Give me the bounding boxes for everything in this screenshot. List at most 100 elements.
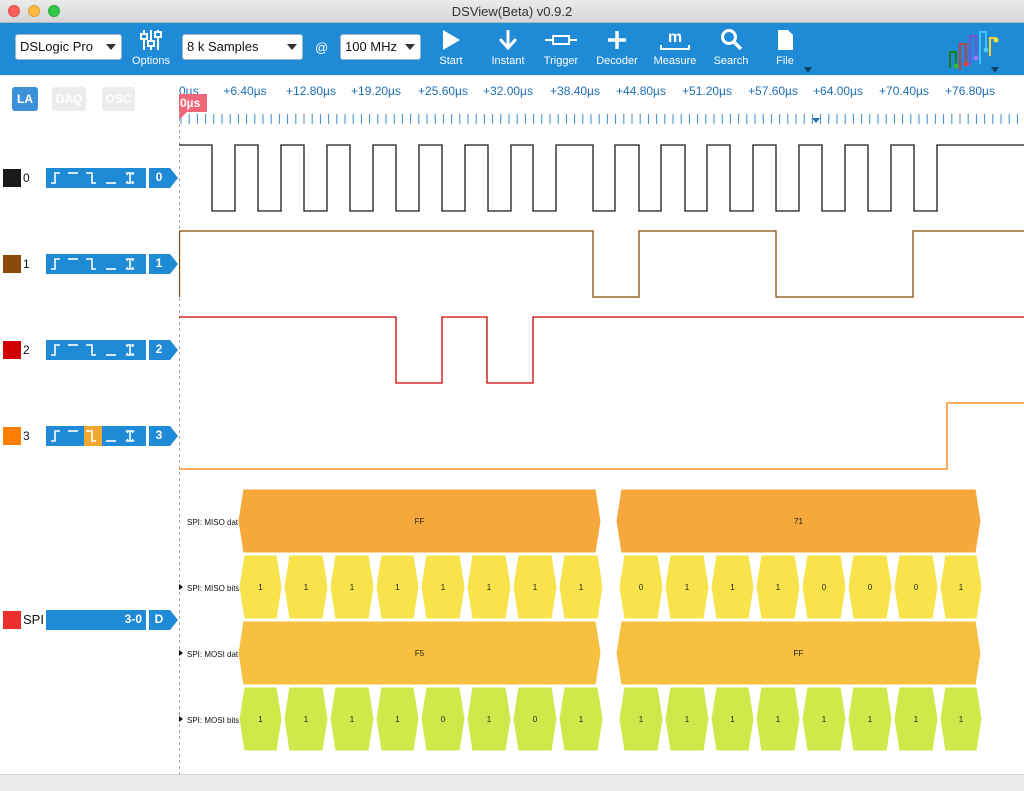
channel-0-name[interactable]: 0 [23, 171, 30, 185]
status-bar [0, 774, 1024, 791]
ruler-tick-label: +6.40µs [223, 84, 266, 98]
channel-1-name[interactable]: 1 [23, 257, 30, 271]
decoder-annotation-value: 1 [533, 583, 538, 592]
channel-1-tag-label: 1 [155, 256, 163, 270]
measure-icon: m [660, 29, 690, 50]
decoder-annotation-value: 1 [868, 715, 873, 724]
ruler-tick-label: +76.80µs [945, 84, 995, 98]
logo-menu-arrow-icon[interactable] [990, 66, 1000, 74]
decoder-annotation-value: 1 [487, 583, 492, 592]
ruler-tick-label: +64.00µs [813, 84, 863, 98]
file-button[interactable]: File [766, 27, 804, 67]
plus-icon [608, 31, 626, 49]
expand-arrow-icon[interactable] [179, 650, 183, 656]
channel-2-name[interactable]: 2 [23, 343, 30, 357]
ruler-tick-label: +51.20µs [682, 84, 732, 98]
ruler-tick-label: +57.60µs [748, 84, 798, 98]
play-icon [443, 30, 460, 50]
decoder-label: Decoder [596, 55, 638, 67]
ruler-tick-label: +12.80µs [286, 84, 336, 98]
decoder-annotation-value: 1 [395, 715, 400, 724]
decoder-button[interactable]: Decoder [596, 27, 638, 67]
trigger-button[interactable]: Trigger [540, 27, 582, 67]
channel-2-color-swatch[interactable] [3, 341, 21, 359]
start-label: Start [439, 55, 463, 67]
decoder-annotation-value: 0 [639, 583, 644, 592]
decoder-color-swatch[interactable] [3, 611, 21, 629]
decoder-annotation-value: 1 [685, 715, 690, 724]
expand-arrow-icon[interactable] [179, 584, 183, 590]
file-icon [778, 30, 793, 50]
decoder-row-label: SPI: MISO data [187, 518, 243, 527]
instant-button[interactable]: Instant [486, 27, 530, 67]
samples-select[interactable]: 8 k Samples [182, 34, 303, 60]
channel-1-trigger-selector[interactable] [46, 254, 146, 274]
channel-1-tag[interactable]: 1 [149, 254, 178, 274]
ruler-tick-label: +32.00µs [483, 84, 533, 98]
decoder-annotation-value: FF [415, 517, 425, 526]
channel-0-waveform [179, 144, 1024, 212]
channel-3-tag[interactable]: 3 [149, 426, 178, 446]
chevron-down-icon [405, 44, 415, 50]
file-menu-arrow-icon[interactable] [803, 66, 813, 74]
decoder-annotation-value: 1 [776, 583, 781, 592]
options-button[interactable]: Options [130, 27, 172, 67]
channel-2-trigger-selector[interactable] [46, 340, 146, 360]
window-title: DSView(Beta) v0.9.2 [451, 4, 573, 19]
expand-arrow-icon[interactable] [179, 716, 183, 722]
channel-3-trigger-selector[interactable] [46, 426, 146, 446]
decoder-channel-range[interactable]: 3-0 [46, 610, 146, 630]
decoder-tag-label: D [154, 612, 164, 626]
sample-rate-value: 100 MHz [345, 39, 398, 54]
decoder-annotation-value: 1 [914, 715, 919, 724]
measure-label: Measure [653, 55, 697, 67]
channel-3-waveform [179, 402, 1024, 470]
decoder-annotation-value: 1 [350, 583, 355, 592]
decoder-row-label: SPI: MISO bits [187, 584, 239, 593]
ruler-tick-label: +25.60µs [418, 84, 468, 98]
trigger-icon [545, 35, 577, 45]
decoder-annotation-value: 1 [487, 715, 492, 724]
decoder-annotation-value: 1 [639, 715, 644, 724]
search-icon [721, 29, 743, 51]
title-bar: DSView(Beta) v0.9.2 [0, 0, 1024, 23]
decoder-annotation-value: 1 [776, 715, 781, 724]
samples-select-value: 8 k Samples [187, 39, 259, 54]
decoder-annotation-value: 1 [350, 715, 355, 724]
search-button[interactable]: Search [711, 27, 751, 67]
channel-0-tag-label: 0 [155, 170, 163, 184]
waveform-area[interactable]: +6.40µs +12.80µs +19.20µs +25.60µs +32.00µs +… [179, 76, 1024, 774]
channel-2-tag[interactable]: 2 [149, 340, 178, 360]
decoder-annotation-value: 1 [395, 583, 400, 592]
channel-3-name[interactable]: 3 [23, 429, 30, 443]
svg-text:m: m [668, 29, 682, 46]
channel-0-color-swatch[interactable] [3, 169, 21, 187]
decoder-annotation-value: 1 [685, 583, 690, 592]
cursor-marker-pointer [179, 112, 187, 120]
decoder-annotation-value: 1 [304, 583, 309, 592]
decoder-annotation-value: 0 [533, 715, 538, 724]
decoder-tag[interactable]: D [149, 610, 178, 630]
decoder-annotation-value: FF [794, 649, 804, 658]
osc-mode-button[interactable]: OSC [102, 87, 135, 111]
channel-0-trigger-selector[interactable] [46, 168, 146, 188]
channel-2-tag-label: 2 [155, 342, 163, 356]
instant-label: Instant [491, 55, 525, 67]
decoder-annotation-value: 1 [441, 583, 446, 592]
ruler-tick-label: +44.80µs [616, 84, 666, 98]
channel-3-tag-label: 3 [155, 428, 163, 442]
chevron-down-icon [287, 44, 297, 50]
channel-1-color-swatch[interactable] [3, 255, 21, 273]
at-symbol: @ [315, 40, 329, 55]
ruler-tick-label: +38.40µs [550, 84, 600, 98]
device-select[interactable]: DSLogic Pro [15, 34, 122, 60]
channel-3-color-swatch[interactable] [3, 427, 21, 445]
decoder-name[interactable]: SPI [23, 612, 44, 627]
measure-button[interactable]: m Measure [652, 27, 698, 67]
decoder-annotation-value: 1 [959, 583, 964, 592]
channel-0-tag[interactable]: 0 [149, 168, 178, 188]
sample-rate-select[interactable]: 100 MHz [340, 34, 421, 60]
start-button[interactable]: Start [432, 27, 470, 67]
daq-mode-button[interactable]: DAQ [52, 87, 86, 111]
la-mode-button[interactable]: LA [12, 87, 38, 111]
